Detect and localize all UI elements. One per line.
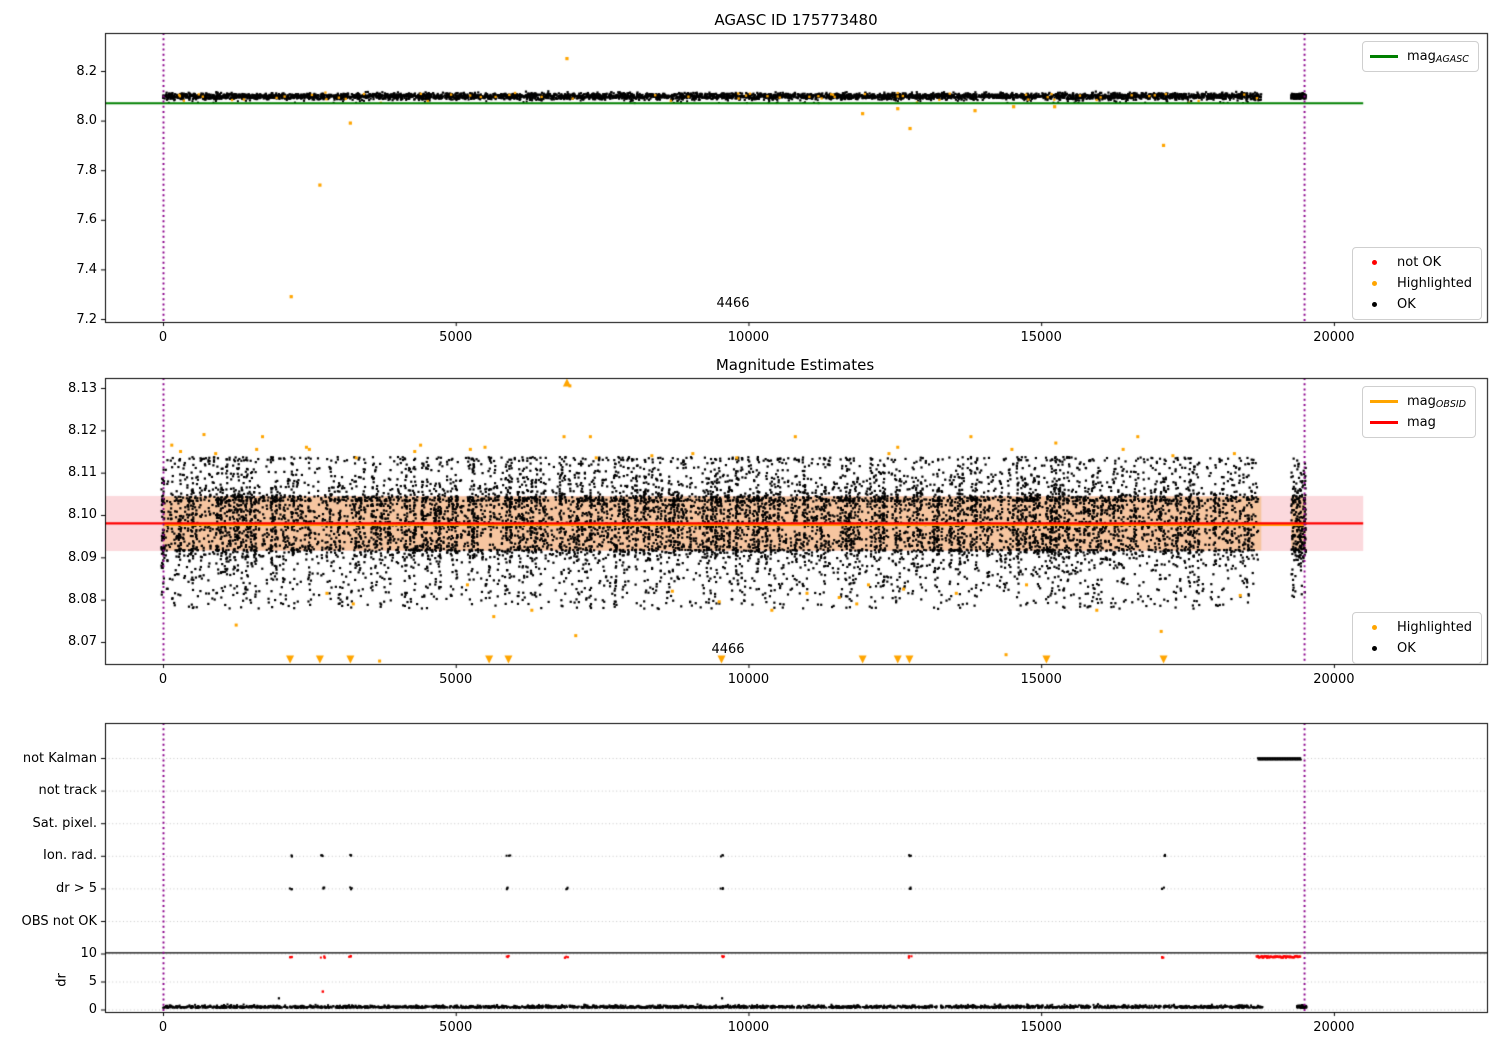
plot3-dr-tick-label: 0: [88, 1002, 97, 1017]
plot2-title: Magnitude Estimates: [715, 356, 875, 374]
plot3-x-tick-label: 10000: [727, 1020, 770, 1035]
legend-row: magOBSID: [1370, 391, 1466, 412]
legend-row: OK: [1360, 294, 1472, 315]
figure-canvas: [0, 0, 1500, 1050]
plot2-y-tick-label: 8.07: [68, 634, 97, 650]
plot2-annotation: 4466: [711, 642, 745, 657]
plot1-x-tick-label: 5000: [439, 330, 473, 345]
legend-label: OK: [1397, 297, 1416, 312]
orange-line-swatch: [1370, 400, 1398, 403]
plot3-flag-label: OBS not OK: [21, 913, 98, 929]
plot1-y-tick-label: 8.0: [76, 113, 97, 129]
plot1-x-tick-label: 0: [158, 330, 168, 345]
plot3-dr-tick-label: 5: [88, 974, 97, 989]
legend-label: magOBSID: [1407, 393, 1467, 410]
plot1-y-tick-label: 7.6: [76, 212, 97, 228]
plot2-x-tick-label: 10000: [727, 672, 770, 687]
plot2-x-tick-label: 5000: [439, 672, 473, 687]
plot2-x-tick-label: 0: [158, 672, 168, 687]
plot2-y-tick-label: 8.13: [68, 380, 97, 396]
plot3-flag-label: not Kalman: [22, 750, 97, 766]
legend-label: Highlighted: [1397, 620, 1472, 635]
legend-plot2-markers: Highlighted OK: [1352, 612, 1482, 664]
legend-row: Highlighted: [1360, 617, 1472, 638]
plot3-flag-label: not track: [38, 783, 97, 799]
plot3-flag-label: dr > 5: [55, 880, 97, 896]
plot3-dr-tick-label: 10: [80, 946, 97, 961]
legend-label: not OK: [1397, 255, 1442, 270]
plot1-title: AGASC ID 175773480: [714, 11, 878, 29]
plot2-y-tick-label: 8.08: [68, 592, 97, 608]
legend-mag-agasc: magAGASC: [1362, 41, 1479, 72]
green-line-swatch: [1370, 55, 1398, 58]
plot3-flag-label: Ion. rad.: [43, 848, 97, 864]
legend-row: OK: [1360, 638, 1472, 659]
legend-label: mag: [1407, 414, 1436, 430]
plot1-annotation: 4466: [716, 296, 750, 311]
legend-plot1-markers: not OK Highlighted OK: [1352, 247, 1482, 320]
legend-row: magAGASC: [1370, 46, 1469, 67]
plot1-y-tick-label: 7.4: [76, 261, 97, 277]
plot1-y-tick-label: 7.2: [76, 311, 97, 327]
plot2-x-tick-label: 20000: [1313, 672, 1355, 687]
figure: AGASC ID 175773480 Magnitude Estimates 4…: [0, 0, 1500, 1050]
plot3-x-tick-label: 0: [158, 1020, 168, 1035]
legend-row: mag: [1370, 412, 1466, 433]
plot3-x-tick-label: 15000: [1020, 1020, 1062, 1035]
plot2-y-tick-label: 8.10: [68, 507, 97, 523]
plot1-x-tick-label: 20000: [1313, 330, 1355, 345]
orange-dot-swatch: [1360, 625, 1388, 630]
plot2-x-tick-label: 15000: [1020, 672, 1062, 687]
legend-label: Highlighted: [1397, 276, 1472, 291]
red-line-swatch: [1370, 421, 1398, 424]
orange-dot-swatch: [1360, 281, 1388, 286]
red-dot-swatch: [1360, 260, 1388, 265]
legend-label: OK: [1397, 641, 1416, 656]
plot2-y-tick-label: 8.09: [68, 549, 97, 565]
plot1-y-tick-label: 7.8: [76, 162, 97, 178]
legend-label: magAGASC: [1407, 48, 1469, 65]
plot2-y-tick-label: 8.11: [68, 465, 97, 481]
legend-row: Highlighted: [1360, 273, 1472, 294]
plot2-y-tick-label: 8.12: [68, 422, 97, 438]
plot1-y-tick-label: 8.2: [76, 63, 97, 79]
plot1-x-tick-label: 15000: [1020, 330, 1062, 345]
plot3-flag-label: Sat. pixel.: [32, 815, 97, 831]
plot3-ylabel-dr: dr: [54, 973, 70, 987]
black-dot-swatch: [1360, 302, 1388, 307]
plot3-x-tick-label: 20000: [1313, 1020, 1355, 1035]
plot1-x-tick-label: 10000: [727, 330, 770, 345]
legend-row: not OK: [1360, 252, 1472, 273]
legend-mag-lines: magOBSID mag: [1362, 386, 1477, 438]
plot3-x-tick-label: 5000: [439, 1020, 473, 1035]
black-dot-swatch: [1360, 646, 1388, 651]
